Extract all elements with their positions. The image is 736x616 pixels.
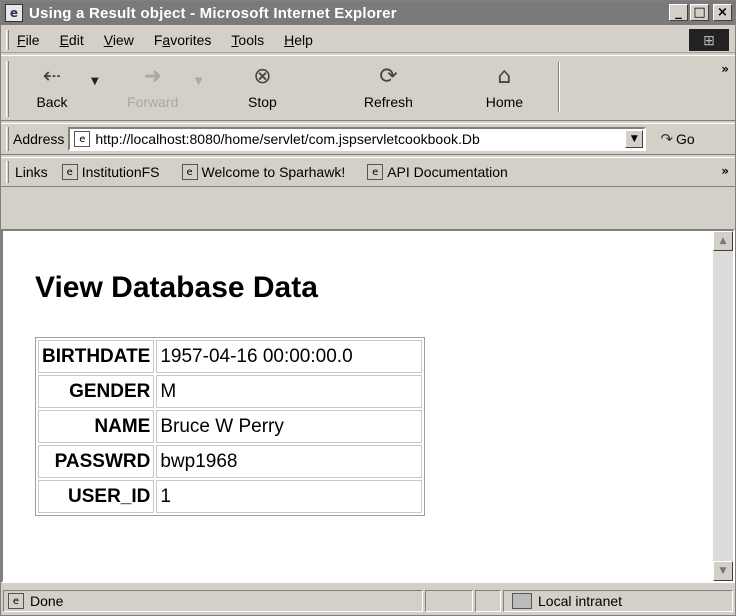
back-label: Back (36, 94, 68, 110)
menu-help[interactable]: Help (284, 32, 313, 48)
home-label: Home (485, 94, 524, 110)
stop-icon: ⊗ (253, 64, 272, 89)
table-row: BIRTHDATE 1957-04-16 00:00:00.0 (38, 340, 423, 373)
menu-view[interactable]: View (104, 32, 134, 48)
menu-tools[interactable]: Tools (231, 32, 264, 48)
home-button[interactable]: ⌂ Home (464, 64, 544, 111)
title-bar[interactable]: e Using a Result object - Microsoft Inte… (1, 1, 735, 25)
link-institutionfs[interactable]: e InstitutionFS (61, 164, 160, 180)
forward-arrow-icon: ➜ (143, 64, 162, 89)
links-label: Links (15, 164, 48, 180)
stop-button[interactable]: ⊗ Stop (222, 64, 302, 111)
page-icon: e (8, 593, 24, 609)
address-label: Address (13, 131, 65, 147)
stop-label: Stop (248, 94, 277, 110)
menu-file[interactable]: File (17, 32, 40, 48)
window-controls: _ □ × (669, 4, 732, 21)
field-name: USER_ID (38, 480, 155, 513)
address-dropdown-icon[interactable]: ▼ (625, 130, 644, 148)
table-row: USER_ID 1 (38, 480, 423, 513)
maximize-button[interactable]: □ (690, 4, 709, 21)
field-value: 1957-04-16 00:00:00.0 (156, 340, 423, 373)
table-row: GENDER M (38, 375, 423, 408)
ie-page-icon: e (5, 4, 23, 22)
toolbar-separator (558, 62, 561, 112)
link-label: InstitutionFS (81, 164, 160, 180)
zone-label: Local intranet (538, 593, 623, 609)
status-text: Done (30, 593, 64, 609)
page-icon: e (61, 164, 78, 180)
status-text-panel: e Done (3, 590, 423, 612)
back-button[interactable]: ⇠ Back (17, 64, 87, 111)
link-sparhawk[interactable]: e Welcome to Sparhawk! (181, 164, 346, 180)
field-value: Bruce W Perry (156, 410, 423, 443)
scroll-down-icon[interactable]: ▼ (713, 561, 733, 581)
menu-bar: File Edit View Favorites Tools Help ⊞ (1, 27, 735, 53)
table-row: PASSWRD bwp1968 (38, 445, 423, 478)
page-icon: e (181, 164, 198, 180)
page-heading: View Database Data (35, 271, 318, 304)
links-more-icon[interactable]: » (721, 164, 729, 178)
field-value: 1 (156, 480, 423, 513)
forward-dropdown-icon[interactable]: ▼ (195, 76, 203, 87)
window-title: Using a Result object - Microsoft Intern… (29, 4, 397, 22)
link-label: API Documentation (387, 164, 508, 180)
menu-grip[interactable] (6, 29, 9, 50)
go-label: Go (675, 131, 695, 147)
go-arrow-icon: ↷ (660, 130, 673, 148)
intranet-zone-icon (512, 593, 532, 609)
status-panel (425, 590, 473, 612)
toolbar-more-icon[interactable]: » (721, 62, 729, 76)
refresh-label: Refresh (363, 94, 413, 110)
field-value: M (156, 375, 423, 408)
field-name: NAME (38, 410, 155, 443)
browser-window: e Using a Result object - Microsoft Inte… (0, 0, 736, 616)
link-label: Welcome to Sparhawk! (201, 164, 346, 180)
table-row: NAME Bruce W Perry (38, 410, 423, 443)
page-icon: e (367, 164, 384, 180)
vertical-scrollbar[interactable]: ▲ ▼ (713, 231, 733, 581)
database-data-table: BIRTHDATE 1957-04-16 00:00:00.0 GENDER M… (35, 337, 426, 516)
forward-button[interactable]: ➜ Forward (113, 64, 193, 111)
field-name: PASSWRD (38, 445, 155, 478)
status-panel (475, 590, 501, 612)
page-icon: e (74, 131, 91, 147)
home-icon: ⌂ (497, 64, 512, 89)
address-bar: Address e http://localhost:8080/home/ser… (1, 123, 735, 155)
field-value: bwp1968 (156, 445, 423, 478)
close-button[interactable]: × (713, 4, 732, 21)
menu-favorites[interactable]: Favorites (154, 32, 212, 48)
address-input[interactable]: e http://localhost:8080/home/servlet/com… (68, 127, 647, 151)
field-name: GENDER (38, 375, 155, 408)
status-bar: e Done Local intranet (1, 587, 735, 615)
windows-logo-icon: ⊞ (689, 29, 729, 51)
refresh-button[interactable]: ⟳ Refresh (338, 64, 438, 111)
forward-label: Forward (127, 94, 179, 110)
address-url[interactable]: http://localhost:8080/home/servlet/com.j… (95, 131, 615, 147)
links-bar: Links e InstitutionFS e Welcome to Sparh… (1, 157, 735, 187)
link-api-documentation[interactable]: e API Documentation (367, 164, 508, 180)
refresh-icon: ⟳ (379, 64, 398, 89)
links-grip[interactable] (6, 161, 9, 183)
security-zone-panel: Local intranet (503, 590, 733, 612)
page-viewport: View Database Data BIRTHDATE 1957-04-16 … (1, 229, 735, 583)
scroll-up-icon[interactable]: ▲ (713, 231, 733, 251)
back-arrow-icon: ⇠ (42, 64, 62, 89)
menu-edit[interactable]: Edit (60, 32, 84, 48)
field-name: BIRTHDATE (38, 340, 155, 373)
toolbar-grip[interactable] (6, 61, 9, 117)
standard-toolbar: ⇠ Back ▼ ➜ Forward ▼ ⊗ Stop ⟳ Refresh ⌂ … (1, 55, 735, 121)
address-grip[interactable] (6, 127, 9, 151)
back-dropdown-icon[interactable]: ▼ (91, 76, 99, 87)
go-button[interactable]: ↷ Go (660, 130, 694, 148)
minimize-button[interactable]: _ (669, 4, 688, 21)
